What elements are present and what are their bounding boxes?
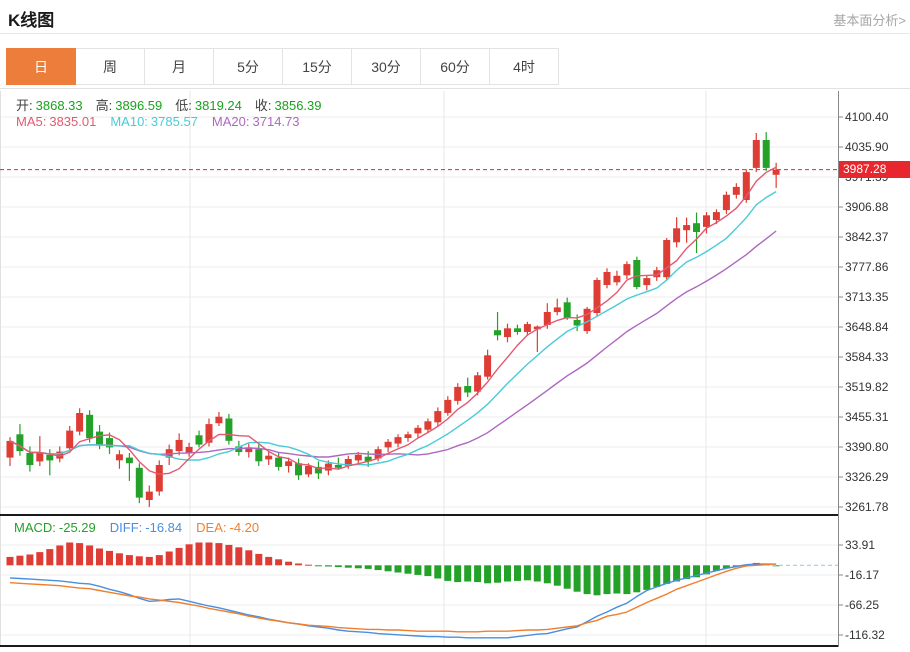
tab-15min[interactable]: 15分 [282, 48, 352, 85]
macd-readout: MACD: -25.29 DIFF: -16.84 DEA: -4.20 [14, 520, 259, 535]
last-price-badge: 3987.28 [839, 161, 910, 178]
svg-text:3584.33: 3584.33 [845, 350, 889, 364]
ma-item: MA10: 3785.57 [110, 114, 198, 129]
ma-readout: MA5: 3835.01 MA10: 3785.57 MA20: 3714.73 [16, 114, 300, 129]
macd-item: MACD: -25.29 [14, 520, 96, 535]
gridlines [0, 91, 838, 645]
ohlc-item: 收: 3856.39 [254, 98, 322, 113]
tab-daily[interactable]: 日 [6, 48, 76, 85]
svg-text:3326.29: 3326.29 [845, 470, 889, 484]
ohlc-item: 低: 3819.24 [175, 98, 242, 113]
macd-histogram [6, 542, 780, 596]
tab-5min[interactable]: 5分 [213, 48, 283, 85]
svg-text:3455.31: 3455.31 [845, 410, 889, 424]
tabbar-underline [0, 88, 910, 89]
ma10-line [9, 190, 777, 466]
ohlc-item: 高: 3896.59 [95, 98, 163, 113]
ma-item: MA20: 3714.73 [211, 114, 300, 129]
tab-monthly[interactable]: 月 [144, 48, 214, 85]
svg-text:3777.86: 3777.86 [845, 260, 889, 274]
page-title: K线图 [8, 11, 55, 30]
svg-text:3648.84: 3648.84 [845, 320, 889, 334]
ohlc-readout: 开: 3868.33 高: 3896.59 低: 3819.24 收: 3856.39 [16, 95, 322, 114]
ma20-line [9, 230, 777, 458]
svg-text:-116.32: -116.32 [845, 628, 885, 642]
svg-text:4035.90: 4035.90 [845, 140, 889, 154]
svg-text:3906.88: 3906.88 [845, 200, 889, 214]
tab-60min[interactable]: 60分 [420, 48, 490, 85]
title-divider [0, 33, 910, 34]
tab-4hour[interactable]: 4时 [489, 48, 559, 85]
fundamental-analysis-link[interactable]: 基本面分析> [833, 10, 906, 29]
svg-text:3390.80: 3390.80 [845, 440, 889, 454]
interval-tabs: 日周月 5分 15分 30分 60分 4时 [6, 48, 559, 85]
svg-text:-16.17: -16.17 [845, 568, 879, 582]
svg-text:33.91: 33.91 [845, 538, 875, 552]
svg-text:3713.35: 3713.35 [845, 290, 889, 304]
macd-item: DIFF: -16.84 [109, 520, 183, 535]
svg-text:4100.40: 4100.40 [845, 110, 889, 124]
kline-page: { "page": { "title": "K线图", "fundamental… [0, 0, 910, 652]
dea-line [9, 563, 777, 633]
tab-30min[interactable]: 30分 [351, 48, 421, 85]
y-axis-labels-macd: 33.91 -16.17 -66.25 -116.32 [838, 538, 885, 642]
ohlc-item: 开: 3868.33 [16, 98, 83, 113]
svg-text:3842.37: 3842.37 [845, 230, 889, 244]
tab-weekly[interactable]: 周 [75, 48, 145, 85]
svg-text:-66.25: -66.25 [845, 598, 879, 612]
ma5-line [9, 166, 777, 476]
ma-item: MA5: 3835.01 [16, 114, 97, 129]
macd-item: DEA: -4.20 [196, 520, 260, 535]
svg-text:3261.78: 3261.78 [845, 500, 889, 514]
svg-text:3519.82: 3519.82 [845, 380, 889, 394]
